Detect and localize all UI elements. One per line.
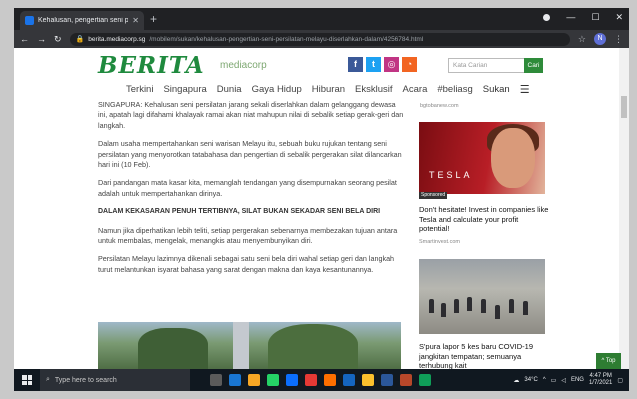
tab-close-icon[interactable]: ✕ [132,16,139,25]
tesla-logo: TESLA [429,170,473,180]
weather-icon: ☁ [513,377,520,384]
nav-terkini[interactable]: Terkini [126,84,153,95]
url-path: /mobilem/sukan/kehalusan-pengertian-seni… [149,35,424,43]
new-tab-button[interactable]: + [150,12,157,26]
ad-caption-link[interactable]: Don't hesitate! Invest in companies like… [419,205,549,234]
site-header: BERITA mediacorp f t ◎ ◔ Kata Carian Car… [14,48,629,79]
site-search-input[interactable]: Kata Carian [448,58,525,73]
window-controls: — ☐ ✕ [543,12,623,23]
nav-eksklusif[interactable]: Eksklusif [355,84,392,95]
taskbar-apps [210,374,431,386]
address-input[interactable]: 🔒 berita.mediacorp.sg/mobilem/sukan/keha… [69,32,570,46]
favicon-icon [25,16,34,25]
temperature[interactable]: 34°C [524,377,537,383]
menu-dots-icon[interactable]: ⋮ [614,34,623,45]
record-indicator-icon [543,14,551,21]
word-icon[interactable] [381,374,393,386]
nav-dunia[interactable]: Dunia [217,84,242,95]
search-icon: ⌕ [46,376,50,383]
article-paragraph: Persilatan Melayu lazimnya dikenali seba… [98,254,395,274]
twitter-icon[interactable]: t [366,57,381,72]
social-links: f t ◎ ◔ [348,57,417,72]
maximize-icon[interactable]: ☐ [591,12,599,23]
close-window-icon[interactable]: ✕ [615,12,623,23]
task-view-icon[interactable] [210,374,222,386]
nav-beliasg[interactable]: #beliasg [437,84,472,95]
nav-sukan[interactable]: Sukan [483,84,510,95]
tab-title: Kehalusan, pengertian seni persi [38,17,129,24]
back-to-top-button[interactable]: ^ Top [596,353,621,369]
windows-start-icon[interactable] [22,375,32,385]
instagram-icon[interactable]: ◎ [384,57,399,72]
minimize-icon[interactable]: — [566,12,575,23]
reload-icon[interactable]: ↻ [54,34,62,45]
browser-tab-bar: Kehalusan, pengertian seni persi ✕ + — ☐… [14,8,629,30]
address-bar-row: ← → ↻ 🔒 berita.mediacorp.sg/mobilem/suka… [14,30,629,48]
article-subheading: DALAM KEKASARAN PENUH TERTIBNYA, SILAT B… [98,208,381,216]
chevron-up-icon: ^ [601,358,605,364]
taskbar-search-input[interactable]: ⌕ Type here to search [40,369,190,391]
edge-icon[interactable] [229,374,241,386]
photo-tree [268,324,358,369]
rss-icon[interactable]: ◔ [402,57,417,72]
taskbar-search-placeholder: Type here to search [54,376,117,384]
forward-icon[interactable]: → [37,34,46,44]
tray-chevron-icon[interactable]: ^ [543,377,546,383]
nav-hiburan[interactable]: Hiburan [312,84,345,95]
article-paragraph: Dalam usaha mempertahankan seni warisan … [98,139,402,170]
facebook-icon[interactable]: f [348,57,363,72]
nav-gaya-hidup[interactable]: Gaya Hidup [252,84,302,95]
article-paragraph: Namun jika diperhatikan lebih teliti, se… [98,225,398,246]
sponsored-badge: Sponsored [419,192,447,199]
photo-tree [138,328,208,369]
web-page: BERITA mediacorp f t ◎ ◔ Kata Carian Car… [14,48,629,369]
back-to-top-label: Top [605,358,616,364]
clock-time: 4:47 PM [589,373,612,379]
back-icon[interactable]: ← [20,34,29,44]
photo-building [233,322,249,369]
volume-icon[interactable]: ◁ [561,377,566,384]
site-nav: Terkini Singapura Dunia Gaya Hidup Hibur… [14,80,629,98]
site-logo-sub: mediacorp [220,60,267,71]
site-search-button[interactable]: Cari [524,58,543,73]
file-explorer-icon[interactable] [248,374,260,386]
url-host: berita.mediacorp.sg [88,35,146,43]
clock-date: 1/7/2021 [588,380,613,386]
nav-acara[interactable]: Acara [403,84,428,95]
ad-source-label: bgtobanew.com [420,103,459,109]
article-paragraph: SINGAPURA: Kehalusan seni persilatan jar… [98,100,404,130]
news-caption-link[interactable]: S'pura lapor 5 kes baru COVID-19 jangkit… [419,342,549,369]
language-indicator[interactable]: ENG [571,377,584,383]
windows-taskbar: ⌕ Type here to search ☁ 34°C ^ ▭ ◁ ENG 4… [14,369,629,391]
covid-news-image[interactable] [419,259,545,334]
site-logo[interactable]: BERITA [98,52,205,79]
chrome-icon[interactable] [362,374,374,386]
ppt-icon[interactable] [305,374,317,386]
nav-singapura[interactable]: Singapura [163,84,206,95]
scrollbar-thumb[interactable] [621,96,627,118]
store-icon[interactable] [286,374,298,386]
bookmark-star-icon[interactable]: ☆ [578,34,586,45]
notification-icon[interactable]: ▢ [617,377,623,384]
profile-avatar[interactable]: N [594,33,606,45]
browser-tab[interactable]: Kehalusan, pengertian seni persi ✕ [20,11,144,30]
network-icon[interactable]: ▭ [551,377,557,384]
article-body: SINGAPURA: Kehalusan seni persilatan jar… [98,100,404,283]
system-tray: ☁ 34°C ^ ▭ ◁ ENG 4:47 PM 1/7/2021 ▢ [513,373,629,387]
tesla-ad-image[interactable]: TESLA [419,122,545,194]
article-paragraph: Dari pandangan mata kasar kita, memangla… [98,178,397,198]
lock-icon: 🔒 [75,36,85,43]
powerpoint-icon[interactable] [400,374,412,386]
illustrator-icon[interactable] [324,374,336,386]
article-photo [98,322,401,369]
taskbar-clock[interactable]: 4:47 PM 1/7/2021 [589,373,612,387]
whatsapp-icon[interactable] [267,374,279,386]
sheets-icon[interactable] [419,374,431,386]
ad-source-label: Smartinvest.com [419,239,460,245]
hamburger-menu-icon[interactable]: ☰ [520,83,530,96]
ad-model-face [491,128,535,188]
photoshop-icon[interactable] [343,374,355,386]
screenshot-frame: Kehalusan, pengertian seni persi ✕ + — ☐… [0,0,637,399]
